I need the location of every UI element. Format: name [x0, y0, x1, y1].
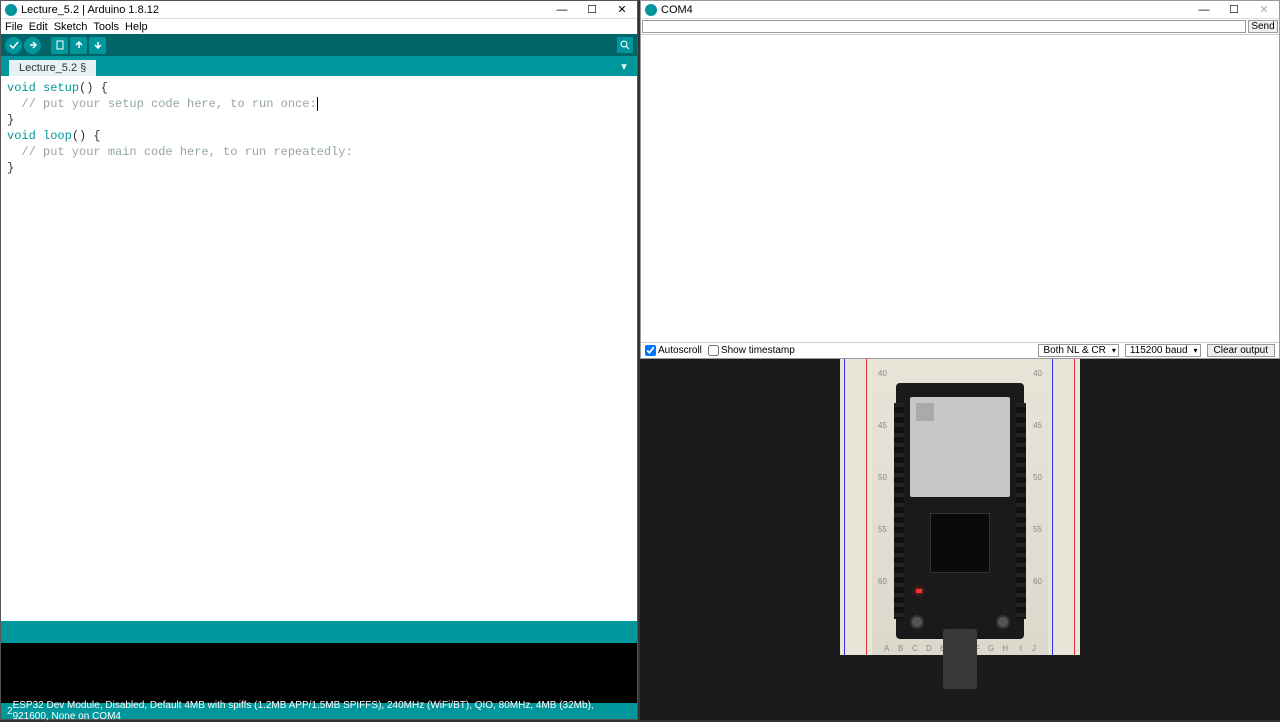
row-number: 45 — [1033, 421, 1042, 430]
save-sketch-button[interactable] — [89, 37, 106, 54]
pin-header-left — [894, 403, 904, 619]
row-number: 55 — [878, 525, 887, 534]
arduino-console[interactable] — [1, 643, 637, 703]
close-button[interactable]: ✕ — [607, 1, 637, 19]
col-label: A — [884, 644, 889, 653]
minimize-button[interactable]: — — [1189, 1, 1219, 19]
col-label: G — [988, 644, 994, 653]
hardware-photo: 40 40 45 45 50 50 55 55 60 60 A B C D E … — [640, 359, 1280, 720]
serial-input[interactable] — [642, 20, 1246, 33]
upload-button[interactable] — [24, 37, 41, 54]
en-button — [910, 615, 924, 629]
code-keyword: void — [7, 129, 36, 143]
serial-app-icon — [645, 4, 657, 16]
code-editor[interactable]: void setup() { // put your setup code he… — [1, 76, 637, 621]
tab-menu-button[interactable]: ▾ — [617, 59, 631, 73]
arduino-toolbar — [1, 34, 637, 56]
esp32-rf-shield — [910, 397, 1010, 497]
code-fn: loop — [36, 129, 72, 143]
menu-sketch[interactable]: Sketch — [52, 21, 90, 33]
boot-button — [996, 615, 1010, 629]
power-rail-left — [840, 359, 872, 655]
menu-help[interactable]: Help — [123, 21, 150, 33]
serial-window-controls: — ☐ ✕ — [1189, 1, 1279, 19]
maximize-button[interactable]: ☐ — [577, 1, 607, 19]
serial-monitor-button[interactable] — [617, 37, 633, 53]
arduino-titlebar: Lecture_5.2 | Arduino 1.8.12 — ☐ ✕ — [1, 1, 637, 19]
col-label: H — [1002, 644, 1008, 653]
code-keyword: void — [7, 81, 36, 95]
col-label: B — [898, 644, 903, 653]
esp32-chip — [930, 513, 990, 573]
menu-edit[interactable]: Edit — [27, 21, 50, 33]
row-number: 40 — [878, 369, 887, 378]
sketch-tab[interactable]: Lecture_5.2 § — [9, 60, 96, 76]
code-text: () { — [79, 81, 108, 95]
usb-cable — [943, 629, 977, 689]
arduino-window-title: Lecture_5.2 | Arduino 1.8.12 — [21, 4, 547, 16]
row-number: 60 — [878, 577, 887, 586]
clear-output-button[interactable]: Clear output — [1207, 344, 1275, 357]
menu-file[interactable]: File — [3, 21, 25, 33]
esp32-board — [896, 383, 1024, 639]
code-text: () { — [72, 129, 101, 143]
menu-tools[interactable]: Tools — [91, 21, 121, 33]
row-number: 50 — [878, 473, 887, 482]
timestamp-box[interactable] — [708, 345, 719, 356]
arduino-bottombar: 2 ESP32 Dev Module, Disabled, Default 4M… — [1, 703, 637, 719]
code-text: } — [7, 112, 631, 128]
code-comment: // put your setup code here, to run once… — [7, 97, 317, 111]
serial-output[interactable] — [641, 35, 1279, 342]
serial-monitor-window: COM4 — ☐ ✕ Send Autoscroll Show timestam… — [640, 0, 1280, 359]
board-info: ESP32 Dev Module, Disabled, Default 4MB … — [13, 700, 631, 722]
baud-dropdown[interactable]: 115200 baud — [1125, 344, 1201, 357]
arduino-window-controls: — ☐ ✕ — [547, 1, 637, 19]
serial-input-row: Send — [641, 19, 1279, 35]
row-number: 40 — [1033, 369, 1042, 378]
autoscroll-checkbox[interactable]: Autoscroll — [645, 345, 702, 356]
col-label: C — [912, 644, 918, 653]
arduino-app-icon — [5, 4, 17, 16]
pin-header-right — [1016, 403, 1026, 619]
code-text: } — [7, 160, 631, 176]
code-comment: // put your main code here, to run repea… — [7, 145, 353, 159]
timestamp-checkbox[interactable]: Show timestamp — [708, 345, 795, 356]
autoscroll-box[interactable] — [645, 345, 656, 356]
col-label: J — [1032, 644, 1036, 653]
row-number: 60 — [1033, 577, 1042, 586]
serial-window-title: COM4 — [661, 4, 1189, 16]
col-label: I — [1020, 644, 1022, 653]
row-number: 45 — [878, 421, 887, 430]
power-rail-right — [1048, 359, 1080, 655]
breadboard: 40 40 45 45 50 50 55 55 60 60 A B C D E … — [840, 359, 1080, 655]
power-led — [916, 589, 922, 593]
send-button[interactable]: Send — [1248, 20, 1278, 33]
serial-bottombar: Autoscroll Show timestamp Both NL & CR 1… — [641, 342, 1279, 358]
verify-button[interactable] — [5, 37, 22, 54]
open-sketch-button[interactable] — [70, 37, 87, 54]
close-button[interactable]: ✕ — [1249, 1, 1279, 19]
minimize-button[interactable]: — — [547, 1, 577, 19]
row-number: 55 — [1033, 525, 1042, 534]
row-number: 50 — [1033, 473, 1042, 482]
maximize-button[interactable]: ☐ — [1219, 1, 1249, 19]
text-cursor — [317, 97, 318, 111]
timestamp-label: Show timestamp — [721, 345, 795, 356]
code-fn: setup — [36, 81, 79, 95]
arduino-menubar: File Edit Sketch Tools Help — [1, 19, 637, 34]
autoscroll-label: Autoscroll — [658, 345, 702, 356]
serial-titlebar: COM4 — ☐ ✕ — [641, 1, 1279, 19]
arduino-tabbar: Lecture_5.2 § ▾ — [1, 56, 637, 76]
arduino-statusbar — [1, 621, 637, 643]
arduino-ide-window: Lecture_5.2 | Arduino 1.8.12 — ☐ ✕ File … — [0, 0, 638, 720]
new-sketch-button[interactable] — [51, 37, 68, 54]
line-ending-dropdown[interactable]: Both NL & CR — [1038, 344, 1118, 357]
col-label: D — [926, 644, 932, 653]
